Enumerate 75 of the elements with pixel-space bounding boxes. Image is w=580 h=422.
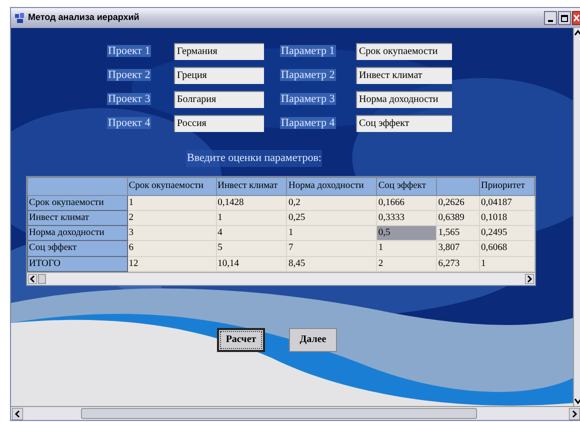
table-cell[interactable]: 0,1428	[216, 195, 287, 210]
column-header[interactable]: Инвест климат	[216, 177, 287, 195]
close-button[interactable]	[572, 11, 580, 25]
table-cell[interactable]: 1	[286, 226, 377, 241]
column-header[interactable]: Срок окупаемости	[127, 177, 216, 195]
project-field[interactable]: Россия	[174, 115, 264, 132]
table-cell[interactable]: 3,807	[436, 240, 480, 256]
row-header[interactable]: Срок окупаемости	[28, 195, 128, 210]
parameter-field[interactable]: Соц эффект	[356, 115, 452, 132]
project-label: Проект 1	[107, 44, 152, 60]
table-cell[interactable]: 6	[127, 240, 216, 256]
project-label: Проект 2	[107, 68, 152, 84]
table-cell[interactable]: 0,25	[286, 210, 377, 226]
row-header[interactable]: Соц эффект	[28, 240, 128, 256]
scroll-up-icon[interactable]	[574, 28, 580, 38]
table-cell[interactable]: 0,5	[376, 226, 437, 241]
close-icon	[573, 14, 580, 22]
column-header[interactable]: Соц эффект	[376, 177, 437, 195]
table-cell[interactable]: 4	[216, 226, 287, 241]
scroll-right-icon[interactable]	[525, 274, 534, 284]
parameter-label: Параметр 4	[280, 116, 337, 132]
parameter-field[interactable]: Инвест климат	[356, 67, 452, 84]
scroll-down-icon[interactable]	[574, 396, 580, 406]
table-cell[interactable]: 2	[127, 210, 216, 226]
table-cell[interactable]: 0,1018	[480, 210, 534, 226]
parameter-label: Параметр 2	[280, 68, 337, 84]
table-cell[interactable]: 0,2	[286, 195, 377, 210]
prompt-text: Введите оценки параметров:	[186, 150, 322, 166]
scroll-thumb[interactable]	[81, 408, 477, 419]
table-cell[interactable]: 12	[127, 256, 216, 272]
row-header[interactable]: ИТОГО	[28, 256, 128, 272]
action-button[interactable]: Далее	[289, 328, 337, 352]
table-cell[interactable]: 1	[480, 256, 534, 272]
window-title: Метод анализа иерархий	[28, 11, 140, 24]
scroll-left-icon[interactable]	[28, 274, 37, 284]
table-cell[interactable]: 1	[376, 240, 437, 256]
table-cell[interactable]: 0,04187	[480, 195, 534, 210]
scroll-left-icon[interactable]	[12, 408, 23, 420]
minimize-button[interactable]	[544, 11, 557, 25]
table-cell[interactable]: 1,565	[436, 226, 480, 241]
parameter-field[interactable]: Срок окупаемости	[356, 43, 452, 60]
parameter-label: Параметр 3	[280, 92, 337, 108]
row-header[interactable]: Инвест климат	[28, 210, 128, 226]
window-horizontal-scrollbar[interactable]	[11, 406, 580, 420]
column-header[interactable]: Норма доходности	[286, 177, 377, 195]
table-cell[interactable]: 0,2495	[480, 226, 534, 241]
project-label: Проект 4	[107, 116, 152, 132]
table-cell[interactable]: 10,14	[216, 256, 287, 272]
project-label: Проект 3	[107, 92, 152, 108]
table-cell[interactable]: 0,6389	[436, 210, 480, 226]
column-header[interactable]: Приоритет	[480, 177, 534, 195]
app-icon	[14, 12, 26, 24]
table-cell[interactable]: 0,1666	[376, 195, 437, 210]
project-field[interactable]: Германия	[174, 43, 264, 60]
project-field[interactable]: Греция	[174, 67, 264, 84]
project-field[interactable]: Болгария	[174, 91, 264, 108]
action-button[interactable]: Расчет	[217, 328, 265, 352]
parameter-label: Параметр 1	[280, 44, 337, 60]
scroll-right-icon[interactable]	[569, 408, 580, 420]
table-cell[interactable]: 2	[376, 256, 437, 272]
table-cell[interactable]: 1	[127, 195, 216, 210]
table-cell[interactable]: 0,2626	[436, 195, 480, 210]
vertical-scrollbar[interactable]	[573, 28, 580, 406]
maximize-button[interactable]	[558, 11, 571, 25]
table-cell[interactable]: 3	[127, 226, 216, 241]
table-cell[interactable]: 1	[216, 210, 287, 226]
parameter-field[interactable]: Норма доходности	[356, 91, 452, 108]
table-cell[interactable]: 6,273	[436, 256, 480, 272]
table-cell[interactable]: 0,6068	[480, 240, 534, 256]
scroll-thumb[interactable]	[38, 274, 46, 284]
table-cell[interactable]: 7	[286, 240, 377, 256]
row-header[interactable]: Норма доходности	[28, 226, 128, 241]
table-cell[interactable]: 5	[216, 240, 287, 256]
horizontal-scrollbar[interactable]	[27, 272, 535, 285]
table-cell[interactable]: 8,45	[286, 256, 377, 272]
